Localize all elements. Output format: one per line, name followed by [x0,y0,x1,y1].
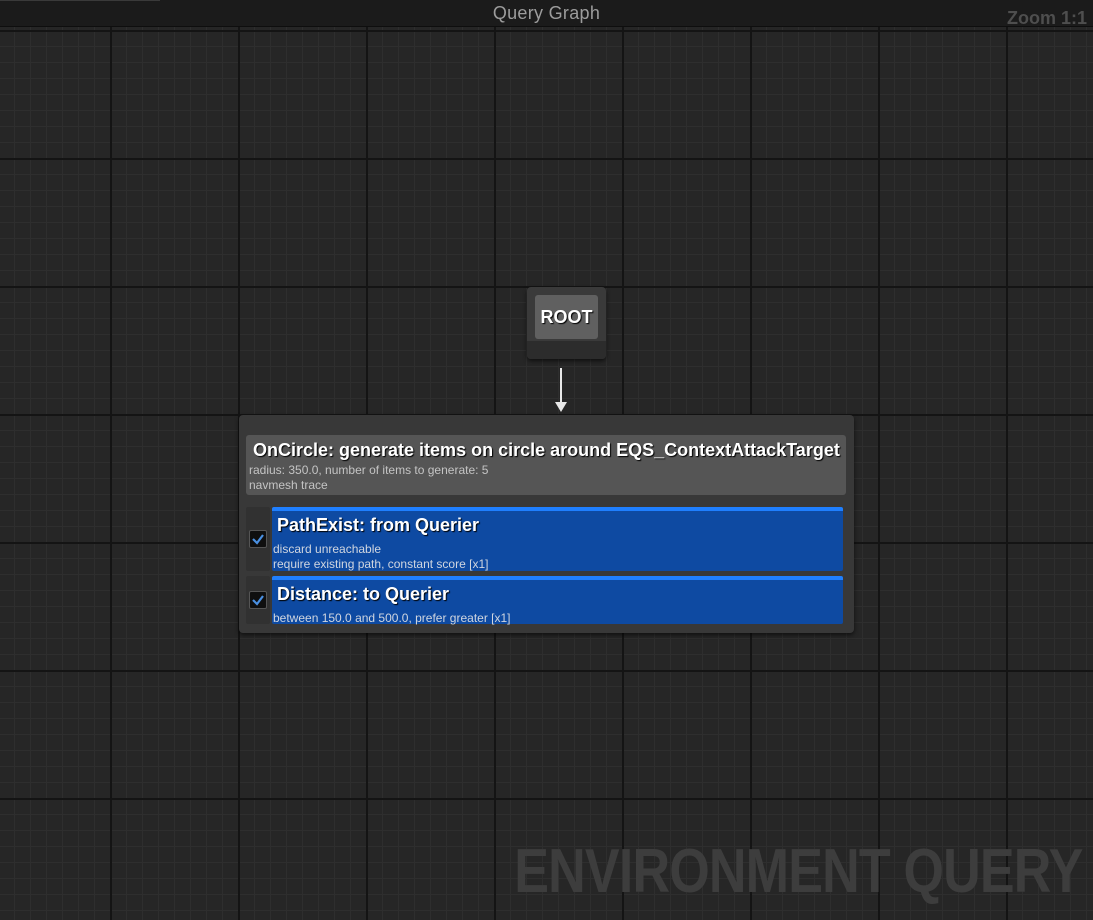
graph-title-bar: Query Graph [0,0,1093,27]
test-title: PathExist: from Querier [277,515,480,535]
arrow-down-icon [555,368,567,412]
test-detail: between 150.0 and 500.0, prefer greater … [273,611,511,625]
test-title: Distance: to Querier [277,584,450,604]
test-toggle-area [246,507,270,571]
test-row-distance[interactable]: Distance: to Querier between 150.0 and 5… [246,576,846,625]
test-toggle-area [246,576,270,624]
test-box[interactable]: PathExist: from Querier discard unreacha… [272,507,843,571]
graph-title: Query Graph [492,3,601,23]
environment-query-watermark: ENVIRONMENT QUERY [514,837,1084,906]
root-node[interactable]: ROOT [527,287,606,359]
generator-node[interactable]: OnCircle: generate items on circle aroun… [239,415,854,633]
check-icon [252,534,264,545]
generator-detail: radius: 350.0, number of items to genera… [249,463,489,477]
title-bar-accent [0,0,160,1]
test-row-pathexist[interactable]: PathExist: from Querier discard unreacha… [246,507,846,571]
check-icon [252,595,264,606]
test-enabled-checkbox[interactable] [249,591,267,609]
test-detail: discard unreachable [273,542,382,556]
root-output-pin[interactable] [527,341,606,359]
test-enabled-checkbox[interactable] [249,530,267,548]
root-node-label: ROOT [540,307,593,327]
generator-title: OnCircle: generate items on circle aroun… [253,440,840,460]
zoom-level-label: Zoom 1:1 [1006,8,1087,28]
test-box[interactable]: Distance: to Querier between 150.0 and 5… [272,576,843,625]
test-detail: require existing path, constant score [x… [273,557,489,571]
generator-header[interactable]: OnCircle: generate items on circle aroun… [246,435,846,495]
generator-detail: navmesh trace [249,478,328,492]
root-node-body: ROOT [535,295,598,339]
